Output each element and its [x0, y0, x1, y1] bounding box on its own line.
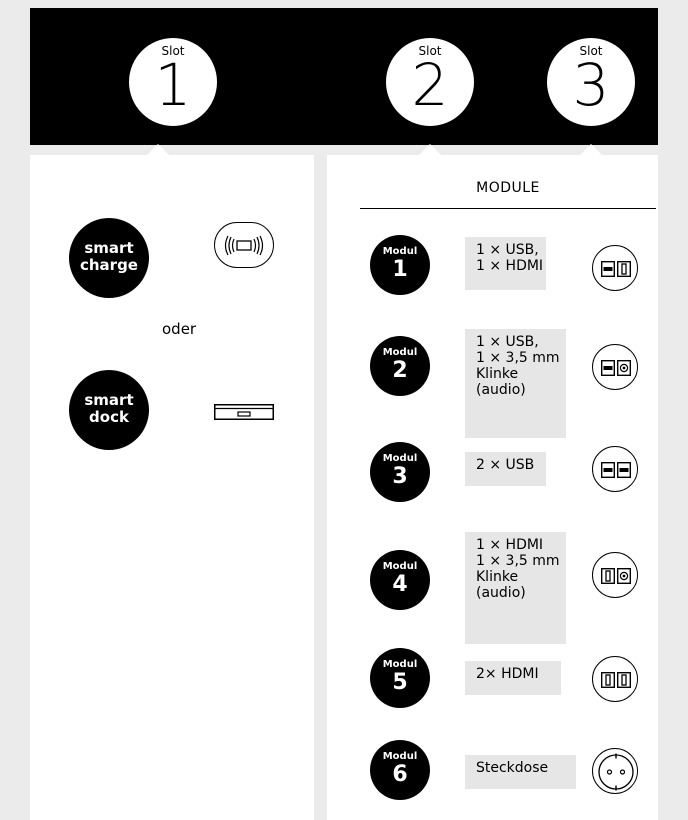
oder-label: oder [162, 320, 197, 338]
module-4-badge: Modul 4 [370, 550, 430, 610]
hdmi-port-icon [616, 260, 632, 278]
module-1-badge: Modul 1 [370, 235, 430, 295]
hdmi-port-icon [616, 671, 632, 689]
power-socket-icon [598, 753, 634, 791]
module-2-description: 1 × USB, 1 × 3,5 mm Klinke (audio) [465, 329, 566, 438]
panel-pointer [419, 144, 441, 155]
module-5-badge: Modul 5 [370, 648, 430, 708]
slot-3-badge: Slot 3 [547, 38, 635, 126]
module-label: Modul [382, 751, 418, 762]
slot-number: 2 [411, 51, 449, 119]
badge-line: smart [84, 391, 134, 409]
module-4-description: 1 × HDMI 1 × 3,5 mm Klinke (audio) [465, 532, 566, 644]
usb-port-icon [616, 461, 632, 479]
module-5-description: 2× HDMI [465, 661, 561, 695]
panel-pointer [580, 144, 602, 155]
module-label: Modul [382, 246, 418, 257]
module-4-connector [592, 552, 638, 598]
badge-line: charge [79, 256, 138, 274]
module-number: 4 [392, 572, 408, 597]
usb-port-icon [600, 260, 616, 278]
header-divider [360, 208, 656, 209]
hdmi-port-icon [600, 671, 616, 689]
module-5-connector [592, 656, 638, 702]
dock-drawer-icon [214, 404, 274, 424]
usb-port-icon [600, 461, 616, 479]
wireless-charger-icon [214, 222, 274, 268]
usb-port-icon [600, 359, 616, 377]
module-1-connector [592, 245, 638, 291]
badge-line: smart [84, 239, 134, 257]
module-label: Modul [382, 347, 418, 358]
audio-jack-icon [616, 359, 632, 377]
slot-number: 3 [572, 51, 610, 119]
module-number: 3 [392, 464, 408, 489]
slot-2-badge: Slot 2 [386, 38, 474, 126]
slot-1-badge: Slot 1 [129, 38, 217, 126]
module-6-connector [592, 748, 638, 794]
module-label: Modul [382, 561, 418, 572]
badge-line: dock [89, 408, 129, 426]
slot-number: 1 [154, 51, 192, 119]
module-3-connector [592, 446, 638, 492]
panel-pointer [147, 144, 169, 155]
module-6-badge: Modul 6 [370, 740, 430, 800]
audio-jack-icon [616, 567, 632, 585]
module-3-description: 2 × USB [465, 452, 546, 486]
module-number: 6 [392, 762, 408, 787]
modules-header: MODULE [476, 180, 540, 196]
module-6-description: Steckdose [465, 755, 576, 789]
module-label: Modul [382, 453, 418, 464]
module-number: 2 [392, 358, 408, 383]
module-2-connector [592, 344, 638, 390]
module-3-badge: Modul 3 [370, 442, 430, 502]
module-2-badge: Modul 2 [370, 336, 430, 396]
module-number: 5 [392, 670, 408, 695]
smart-dock-badge: smart dock [69, 370, 149, 450]
hdmi-port-icon [600, 567, 616, 585]
smart-charge-badge: smart charge [69, 218, 149, 298]
module-1-description: 1 × USB, 1 × HDMI [465, 237, 546, 290]
module-number: 1 [392, 257, 408, 282]
module-label: Modul [382, 659, 418, 670]
